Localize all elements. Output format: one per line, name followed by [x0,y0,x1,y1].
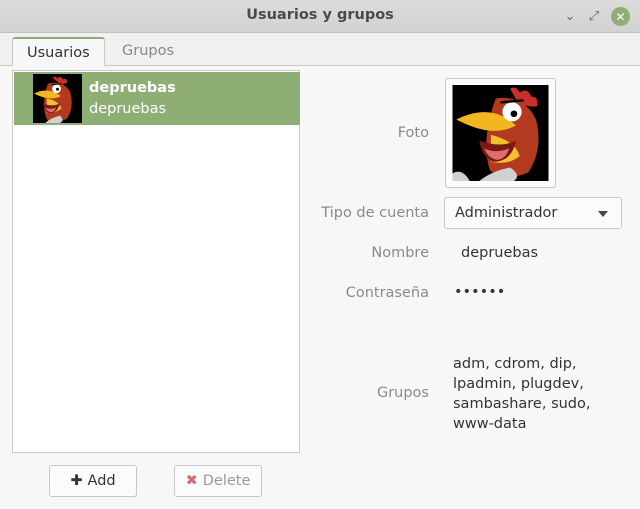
add-button-label: Add [87,473,116,489]
close-button[interactable]: ✕ [611,7,630,26]
photo-button[interactable] [445,78,556,188]
name-label: Nombre [371,245,429,261]
rooster-avatar-icon [452,85,549,181]
user-login: depruebas [89,101,167,117]
account-type-dropdown[interactable]: Administrador [444,197,622,229]
tab-usuarios[interactable]: Usuarios [12,37,105,66]
tab-grupos[interactable]: Grupos [108,37,188,66]
window-title: Usuarios y grupos [246,7,394,23]
password-value[interactable]: •••••• [454,284,505,300]
user-list[interactable]: depruebas depruebas [12,70,300,453]
minimize-button[interactable]: ⌄ [560,6,580,26]
delete-button-label: Delete [202,473,251,489]
rooster-avatar-icon [33,74,82,123]
list-item[interactable]: depruebas depruebas [14,72,300,125]
groups-value[interactable]: adm, cdrom, dip, lpadmin, plugdev, samba… [453,354,603,434]
delete-user-button[interactable]: ✖ Delete [174,465,262,497]
minimize-icon: ⌄ [564,8,576,24]
password-label: Contraseña [345,285,429,301]
photo-label: Foto [397,125,429,141]
chevron-down-icon [598,211,608,217]
user-name: depruebas [89,80,176,96]
maximize-button[interactable]: ⤢ [584,6,604,26]
groups-label: Grupos [376,385,429,401]
plus-icon: ✚ [70,473,83,489]
add-user-button[interactable]: ✚ Add [49,465,137,497]
name-value[interactable]: depruebas [461,245,538,261]
maximize-icon: ⤢ [588,8,600,24]
delete-icon: ✖ [185,473,198,489]
account-type-value: Administrador [455,205,558,221]
window-titlebar[interactable]: Usuarios y grupos ⌄ ⤢ ✕ [0,0,640,33]
close-icon: ✕ [615,9,626,24]
account-type-label: Tipo de cuenta [321,205,429,221]
